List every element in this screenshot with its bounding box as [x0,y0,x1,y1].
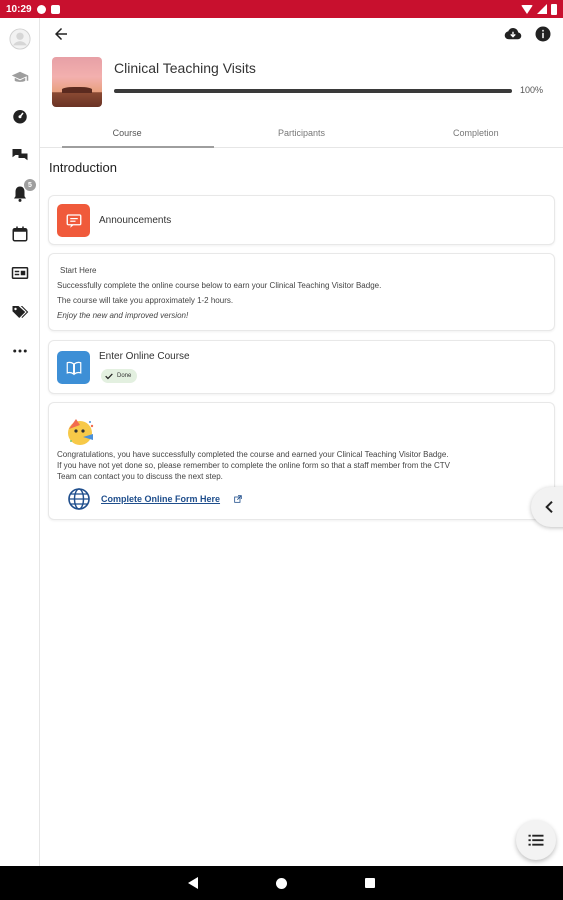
rail-calendar[interactable] [0,219,40,249]
system-recents-icon[interactable] [365,878,375,888]
wifi-icon [521,4,533,14]
avatar-icon [9,28,31,50]
status-time: 10:29 [6,3,32,15]
completion-text-line-3: Team can contact you to discuss the next… [57,472,223,481]
completion-status-label: Done [117,373,132,379]
rail-notifications[interactable]: 5 [0,179,40,209]
module-completion-message: Congratulations, you have successfully c… [48,402,555,520]
course-progress-fill [114,89,512,93]
start-here-line-1: Successfully complete the online course … [57,281,382,290]
book-module-icon [57,351,90,384]
completion-text-line-2: If you have not yet done so, please reme… [57,461,450,470]
start-here-line-2: The course will take you approximately 1… [57,296,234,305]
system-back-icon[interactable] [188,877,198,889]
course-progress-bar [114,89,512,93]
rail-tags[interactable] [0,297,40,327]
completion-text-line-1: Congratulations, you have successfully c… [57,450,449,459]
completion-message-text: Congratulations, you have successfully c… [57,449,551,482]
section-title: Introduction [49,160,117,175]
side-navigation-rail: 5 [0,18,40,866]
id-card-icon [11,267,29,279]
course-title: Clinical Teaching Visits [114,60,256,76]
rail-dashboard[interactable] [0,101,40,131]
rail-messages[interactable] [0,140,40,170]
more-horizontal-icon [13,349,27,353]
course-progress-label: 100% [520,85,544,95]
online-form-link-row: Complete Online Form Here [67,487,242,511]
signal-icon [537,4,547,14]
notification-file-icon [50,4,60,14]
module-online-course[interactable]: Enter Online Course Done [48,340,555,394]
block-drawer-toggle[interactable] [531,487,563,527]
calendar-icon [12,226,28,242]
list-icon [528,834,544,846]
globe-icon [68,488,90,510]
completion-status-chip: Done [101,369,138,383]
back-arrow-icon[interactable] [52,25,70,43]
course-header: Clinical Teaching Visits 100% [52,57,552,107]
book-icon [66,361,81,375]
chat-bubbles-icon [12,149,28,161]
notification-count-badge: 5 [24,179,36,191]
module-announcements[interactable]: Announcements [48,195,555,245]
info-icon[interactable] [534,25,552,43]
rail-courses[interactable] [0,62,40,92]
battery-icon [551,3,557,15]
online-course-label: Enter Online Course [99,351,190,362]
system-home-icon[interactable] [276,877,287,889]
graduation-cap-icon [11,71,29,82]
announcement-module-icon [57,204,90,237]
complete-online-form-link[interactable]: Complete Online Form Here [101,494,220,504]
rail-grades[interactable] [0,258,40,288]
status-bar: 10:29 [0,0,563,18]
module-start-here: Start Here Successfully complete the onl… [48,253,555,331]
start-here-line-3: Enjoy the new and improved version! [57,311,189,320]
top-app-bar [40,18,563,50]
course-image [52,57,102,107]
notification-app-icon [36,4,46,14]
check-icon [105,373,113,380]
cloud-download-icon[interactable] [504,25,522,43]
system-navigation-bar [0,866,563,900]
announcement-icon [66,213,81,228]
rail-more[interactable] [0,336,40,366]
party-face-emoji-icon [68,419,94,445]
tab-course[interactable]: Course [40,118,215,148]
tab-completion[interactable]: Completion [389,118,563,147]
external-link-icon [234,495,242,503]
user-avatar[interactable] [0,24,40,54]
tab-participants[interactable]: Participants [214,118,388,147]
dashboard-gauge-icon [13,110,27,124]
tags-icon [12,306,29,318]
announcements-label: Announcements [99,215,172,226]
start-here-title: Start Here [60,266,97,275]
course-tabs: Course Participants Completion [40,118,563,148]
chevron-left-icon [545,500,553,514]
course-index-button[interactable] [516,820,556,860]
